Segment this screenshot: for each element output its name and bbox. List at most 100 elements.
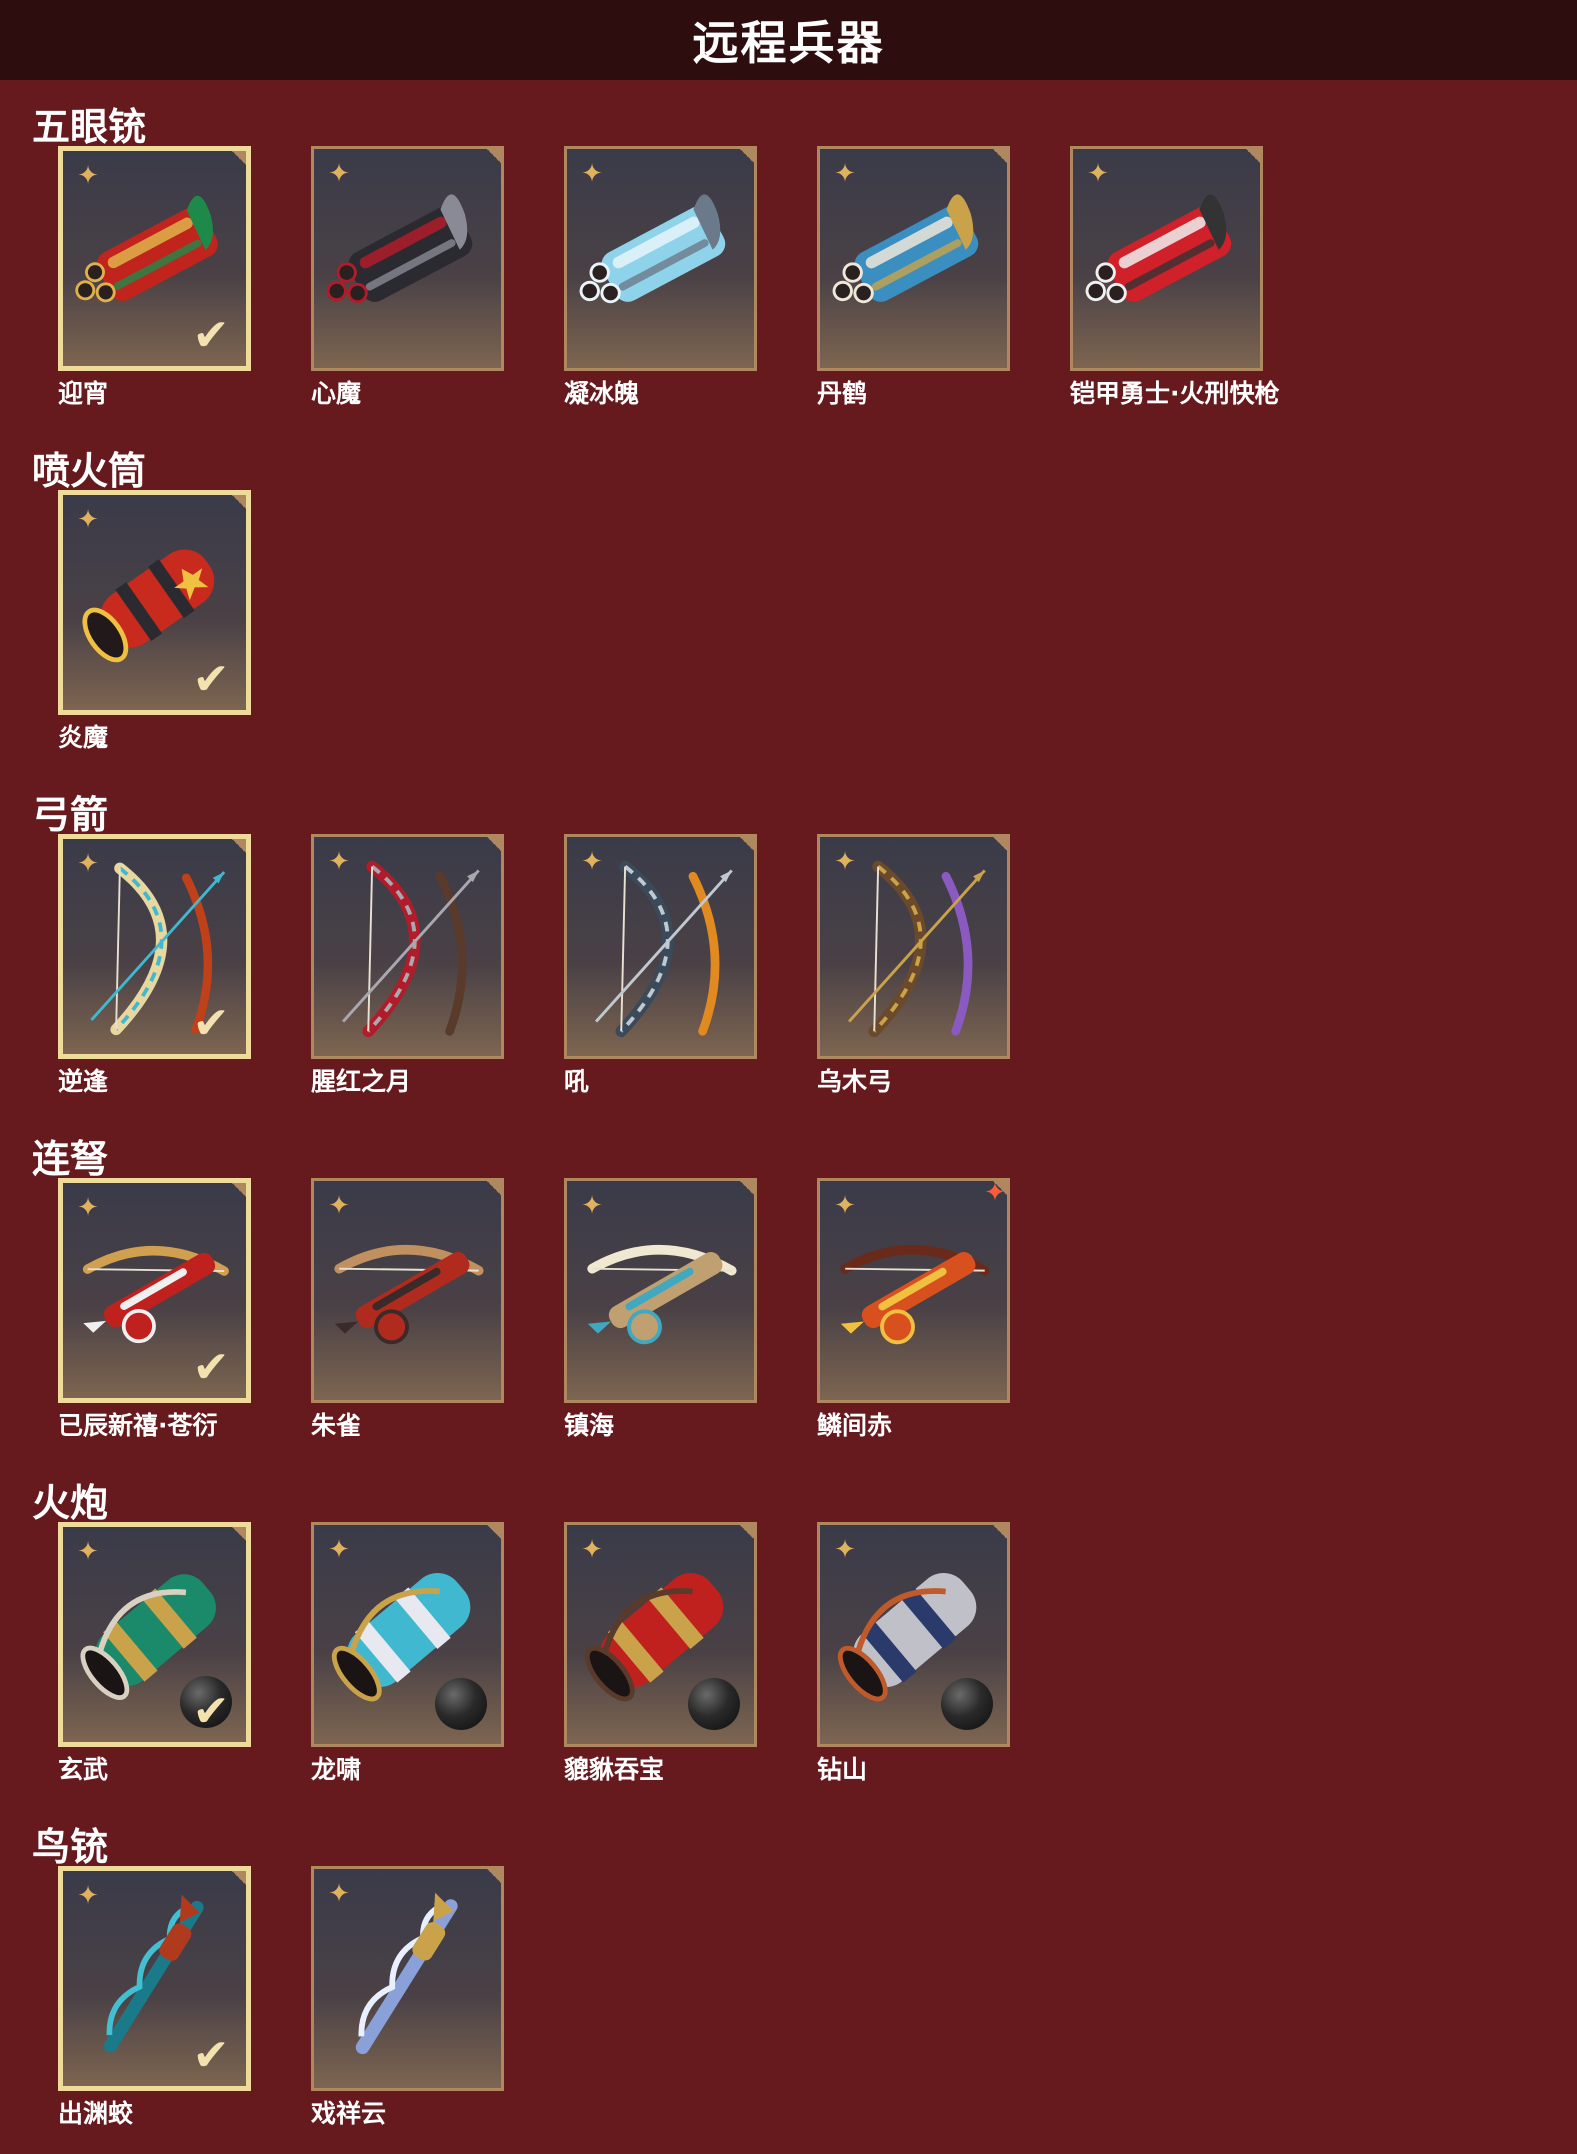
rarity-star-icon: ✦: [328, 1191, 350, 1221]
weapon-item[interactable]: ✦ 镇海: [564, 1178, 757, 1443]
weapon-tile[interactable]: ✦: [311, 834, 504, 1059]
weapon-tile[interactable]: ✦ ✦: [817, 1178, 1010, 1403]
weapon-item[interactable]: ✦ 丹鹤: [817, 146, 1010, 411]
rarity-star-icon: ✦: [77, 505, 99, 535]
weapon-name: 出渊蛟: [58, 2099, 134, 2128]
weapon-name: 乌木弓: [817, 1067, 893, 1096]
equipped-check-icon: ✔: [192, 998, 230, 1049]
weapon-tile[interactable]: ✦: [817, 834, 1010, 1059]
rarity-star-icon: ✦: [328, 1879, 350, 1909]
rarity-star-icon: ✦: [581, 159, 603, 189]
weapon-item[interactable]: ✦ ✔ 已辰新禧·苍衍: [58, 1178, 251, 1443]
new-badge-icon: ✦: [984, 1178, 1006, 1208]
weapon-name: 铠甲勇士·火刑快枪: [1070, 379, 1280, 408]
section-1: 喷火筒 ✦ ✔ 炎魔: [0, 434, 1577, 778]
weapon-name: 戏祥云: [311, 2099, 387, 2128]
weapon-item[interactable]: ✦ 戏祥云: [311, 1866, 504, 2131]
weapon-item[interactable]: ✦ 龙啸: [311, 1522, 504, 1787]
rarity-star-icon: ✦: [581, 847, 603, 877]
rarity-star-icon: ✦: [328, 159, 350, 189]
equipped-check-icon: ✔: [192, 654, 230, 705]
page-title: 远程兵器: [692, 16, 885, 70]
weapon-grid: ✦ ✔ 迎宵 ✦ 心魔 ✦ 凝冰魄 ✦ 丹鹤 ✦ 铠甲勇士·火刑快枪: [58, 146, 1323, 411]
equipped-check-icon: ✔: [192, 310, 230, 361]
weapon-item[interactable]: ✦ 貔貅吞宝: [564, 1522, 757, 1787]
rarity-star-icon: ✦: [77, 1193, 99, 1223]
rarity-star-icon: ✦: [328, 1535, 350, 1565]
weapon-item[interactable]: ✦ ✔ 玄武: [58, 1522, 251, 1787]
weapon-tile[interactable]: ✦: [564, 146, 757, 371]
weapon-tile[interactable]: ✦: [564, 834, 757, 1059]
weapon-tile[interactable]: ✦: [1070, 146, 1263, 371]
section-2: 弓箭 ✦ ✔ 逆逢 ✦ 腥红之月 ✦ 吼 ✦ 乌木弓: [0, 778, 1577, 1122]
weapon-name: 丹鹤: [817, 379, 868, 408]
weapon-tile[interactable]: ✦: [311, 1178, 504, 1403]
rarity-star-icon: ✦: [77, 849, 99, 879]
weapon-tile[interactable]: ✦ ✔: [58, 1522, 251, 1747]
equipped-check-icon: ✔: [192, 1342, 230, 1393]
weapon-item[interactable]: ✦ 乌木弓: [817, 834, 1010, 1099]
weapon-tile[interactable]: ✦: [311, 146, 504, 371]
weapon-item[interactable]: ✦ 朱雀: [311, 1178, 504, 1443]
cannonball-icon: [435, 1678, 487, 1730]
weapon-tile[interactable]: ✦: [564, 1178, 757, 1403]
weapon-grid: ✦ ✔ 已辰新禧·苍衍 ✦ 朱雀 ✦ 镇海 ✦ ✦ 鳞间赤: [58, 1178, 1070, 1443]
weapon-name: 腥红之月: [311, 1067, 412, 1096]
section-title: 连弩: [32, 1137, 109, 1181]
weapon-tile[interactable]: ✦ ✔: [58, 490, 251, 715]
weapon-name: 炎魔: [58, 723, 109, 752]
equipped-check-icon: ✔: [192, 2030, 230, 2081]
weapon-name: 迎宵: [58, 379, 109, 408]
rarity-star-icon: ✦: [77, 161, 99, 191]
weapon-tile[interactable]: ✦ ✔: [58, 1178, 251, 1403]
weapon-tile[interactable]: ✦: [817, 146, 1010, 371]
weapon-tile[interactable]: ✦ ✔: [58, 146, 251, 371]
weapon-name: 吼: [564, 1067, 590, 1096]
rarity-star-icon: ✦: [834, 1535, 856, 1565]
section-title: 五眼铳: [32, 105, 147, 149]
cannonball-icon: [688, 1678, 740, 1730]
weapon-name: 镇海: [564, 1411, 615, 1440]
weapon-name: 凝冰魄: [564, 379, 640, 408]
rarity-star-icon: ✦: [834, 159, 856, 189]
weapon-item[interactable]: ✦ ✔ 炎魔: [58, 490, 251, 755]
rarity-star-icon: ✦: [328, 847, 350, 877]
section-title: 弓箭: [32, 793, 109, 837]
rarity-star-icon: ✦: [1087, 159, 1109, 189]
weapon-item[interactable]: ✦ ✦ 鳞间赤: [817, 1178, 1010, 1443]
weapon-tile[interactable]: ✦ ✔: [58, 1866, 251, 2091]
weapon-tile[interactable]: ✦ ✔: [58, 834, 251, 1059]
weapon-name: 心魔: [311, 379, 362, 408]
weapon-tile[interactable]: ✦: [817, 1522, 1010, 1747]
weapon-tile[interactable]: ✦: [564, 1522, 757, 1747]
section-title: 鸟铳: [32, 1825, 109, 1869]
weapon-name: 钻山: [817, 1755, 868, 1784]
weapon-item[interactable]: ✦ 凝冰魄: [564, 146, 757, 411]
weapon-name: 已辰新禧·苍衍: [58, 1411, 218, 1440]
rarity-star-icon: ✦: [834, 1191, 856, 1221]
weapon-grid: ✦ ✔ 逆逢 ✦ 腥红之月 ✦ 吼 ✦ 乌木弓: [58, 834, 1070, 1099]
weapon-item[interactable]: ✦ ✔ 迎宵: [58, 146, 251, 411]
weapon-item[interactable]: ✦ 腥红之月: [311, 834, 504, 1099]
weapon-grid: ✦ ✔ 玄武 ✦ 龙啸 ✦ 貔貅吞宝 ✦ 钻山: [58, 1522, 1070, 1787]
weapon-name: 逆逢: [58, 1067, 109, 1096]
section-title: 火炮: [32, 1481, 109, 1525]
rarity-star-icon: ✦: [77, 1537, 99, 1567]
weapon-item[interactable]: ✦ ✔ 出渊蛟: [58, 1866, 251, 2131]
weapon-tile[interactable]: ✦: [311, 1866, 504, 2091]
weapon-item[interactable]: ✦ 吼: [564, 834, 757, 1099]
section-0: 五眼铳 ✦ ✔ 迎宵 ✦ 心魔 ✦ 凝冰魄 ✦ 丹鹤 ✦ 铠甲勇士·火刑快枪: [0, 90, 1577, 434]
section-3: 连弩 ✦ ✔ 已辰新禧·苍衍 ✦ 朱雀 ✦ 镇海 ✦ ✦ 鳞间赤: [0, 1122, 1577, 1466]
weapon-name: 貔貅吞宝: [564, 1755, 665, 1784]
weapon-item[interactable]: ✦ 铠甲勇士·火刑快枪: [1070, 146, 1280, 411]
weapon-tile[interactable]: ✦: [311, 1522, 504, 1747]
weapon-item[interactable]: ✦ 钻山: [817, 1522, 1010, 1787]
weapon-item[interactable]: ✦ 心魔: [311, 146, 504, 411]
section-title: 喷火筒: [32, 449, 147, 493]
weapon-name: 龙啸: [311, 1755, 362, 1784]
header-bar: 远程兵器: [0, 0, 1577, 80]
weapon-name: 鳞间赤: [817, 1411, 893, 1440]
weapon-item[interactable]: ✦ ✔ 逆逢: [58, 834, 251, 1099]
rarity-star-icon: ✦: [77, 1881, 99, 1911]
rarity-star-icon: ✦: [581, 1191, 603, 1221]
